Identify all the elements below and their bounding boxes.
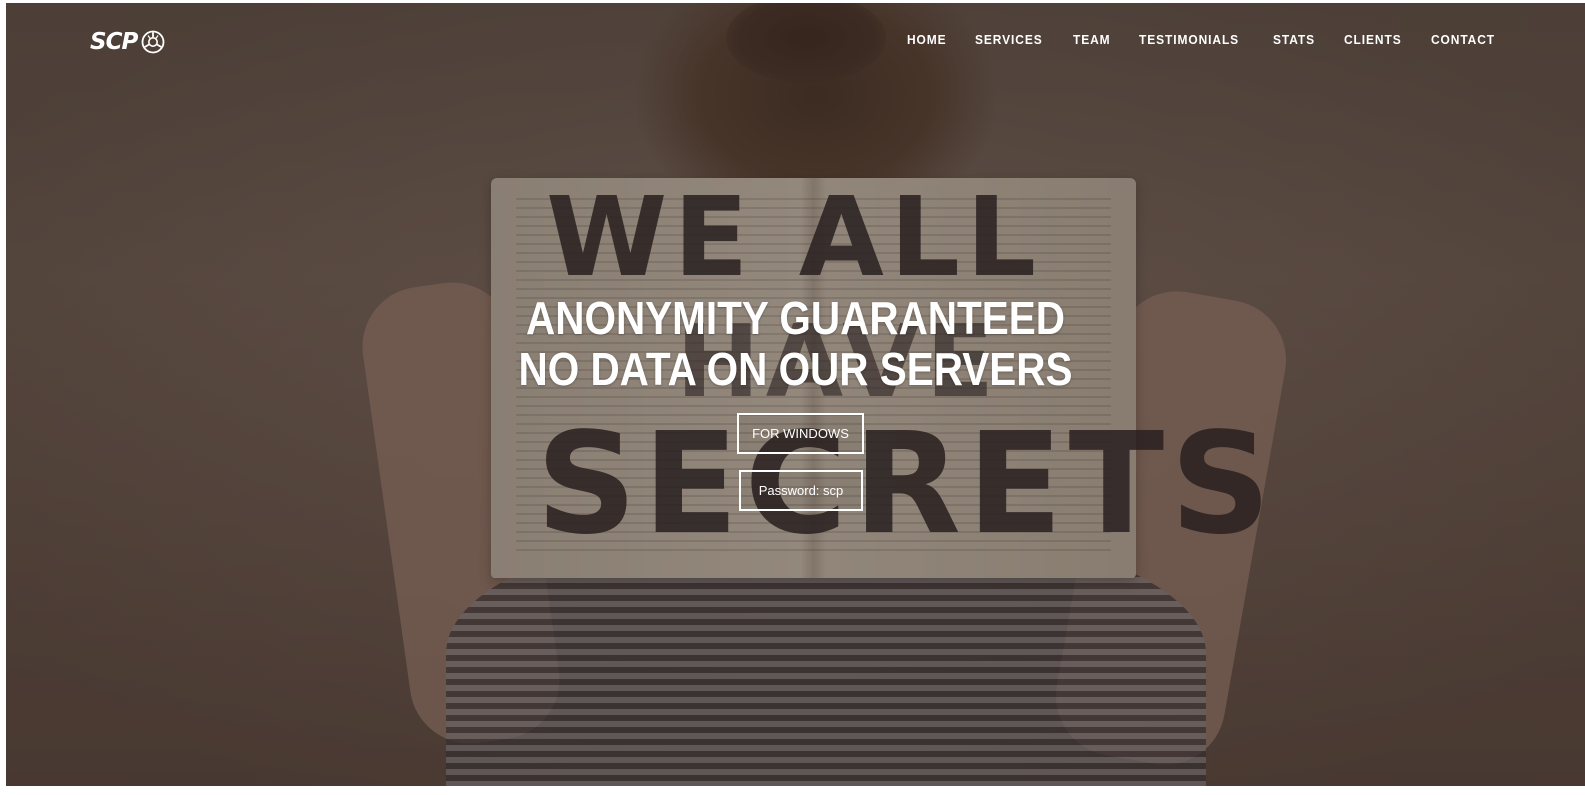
brand-logo-link[interactable]: SCP bbox=[90, 29, 165, 55]
top-navbar: SCP HOME SERVICES TEAM TESTIMONIALS STAT… bbox=[6, 3, 1585, 83]
password-button[interactable]: Password: scp bbox=[739, 470, 863, 511]
nav-link-stats[interactable]: STATS bbox=[1273, 32, 1315, 47]
hero-section: WE ALL HAVE SECRETS SCP HOME SERVICES TE bbox=[6, 3, 1585, 786]
hero-content: ANONYMITY GUARANTEED NO DATA ON OUR SERV… bbox=[6, 293, 1585, 395]
nav-link-testimonials[interactable]: TESTIMONIALS bbox=[1139, 32, 1239, 47]
nav-link-contact[interactable]: CONTACT bbox=[1431, 32, 1495, 47]
nav-item-stats: STATS bbox=[1273, 31, 1319, 49]
brand-logo-text: SCP bbox=[90, 29, 138, 55]
nav-item-contact: CONTACT bbox=[1431, 31, 1501, 49]
nav-item-services: SERVICES bbox=[975, 31, 1049, 49]
nav-item-team: TEAM bbox=[1073, 31, 1114, 49]
hero-headline-line-2: NO DATA ON OUR SERVERS bbox=[518, 343, 1073, 395]
nav-item-clients: CLIENTS bbox=[1344, 31, 1407, 49]
hero-headline-line-1: ANONYMITY GUARANTEED bbox=[525, 292, 1065, 344]
scp-seal-icon bbox=[141, 30, 165, 54]
nav-item-home: HOME bbox=[907, 31, 950, 49]
download-for-windows-button[interactable]: FOR WINDOWS bbox=[737, 413, 864, 454]
nav-link-team[interactable]: TEAM bbox=[1073, 32, 1111, 47]
nav-link-services[interactable]: SERVICES bbox=[975, 32, 1043, 47]
nav-link-home[interactable]: HOME bbox=[907, 32, 947, 47]
hero-headline: ANONYMITY GUARANTEED NO DATA ON OUR SERV… bbox=[101, 293, 1491, 395]
main-navigation: HOME SERVICES TEAM TESTIMONIALS STATS CL… bbox=[882, 31, 1501, 49]
nav-item-testimonials: TESTIMONIALS bbox=[1139, 31, 1248, 49]
nav-link-clients[interactable]: CLIENTS bbox=[1344, 32, 1402, 47]
